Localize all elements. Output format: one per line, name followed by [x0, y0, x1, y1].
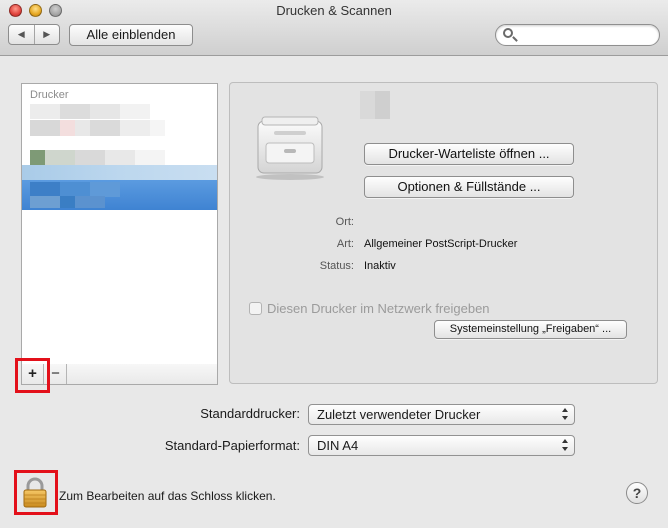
printer-name — [360, 91, 390, 119]
kind-label: Art: — [336, 238, 354, 250]
paper-size-value: DIN A4 — [317, 438, 359, 453]
search-icon — [503, 28, 513, 38]
back-button[interactable]: ◀ — [9, 25, 34, 44]
list-item-selected[interactable] — [22, 180, 217, 210]
list-item[interactable] — [22, 104, 217, 120]
show-all-button[interactable]: Alle einblenden — [69, 24, 193, 46]
lock-hint-label: Zum Bearbeiten auf das Schloss klicken. — [59, 489, 276, 503]
highlight-box-add — [15, 358, 50, 393]
list-item[interactable] — [22, 150, 217, 165]
help-button[interactable]: ? — [626, 482, 648, 504]
kind-value: Allgemeiner PostScript-Drucker — [364, 238, 518, 250]
default-printer-label: Standarddrucker: — [200, 406, 300, 421]
popup-arrows-icon — [562, 439, 569, 451]
printer-list[interactable]: Drucker — [21, 83, 218, 365]
default-printer-value: Zuletzt verwendeter Drucker — [317, 407, 481, 422]
status-label: Status: — [319, 260, 354, 272]
search-input[interactable] — [518, 27, 654, 43]
default-printer-popup[interactable]: Zuletzt verwendeter Drucker — [308, 404, 575, 425]
back-arrow-icon: ◀ — [17, 29, 25, 39]
title-bar: Drucken & Scannen ◀ ▶ Alle einblenden — [0, 0, 668, 56]
back-forward-control: ◀ ▶ — [8, 24, 60, 45]
forward-arrow-icon: ▶ — [43, 29, 51, 39]
search-field[interactable] — [495, 24, 660, 46]
printer-list-header: Drucker — [30, 89, 69, 101]
forward-button[interactable]: ▶ — [33, 25, 60, 44]
list-item[interactable] — [22, 165, 217, 180]
list-item[interactable] — [22, 120, 217, 150]
paper-size-popup[interactable]: DIN A4 — [308, 435, 575, 456]
printer-detail-panel: Drucker-Warteliste öffnen ... Optionen &… — [229, 82, 658, 384]
open-print-queue-button[interactable]: Drucker-Warteliste öffnen ... — [364, 143, 574, 165]
options-supplies-button[interactable]: Optionen & Füllstände ... — [364, 176, 574, 198]
share-printer-row: Diesen Drucker im Netzwerk freigeben — [249, 301, 490, 316]
location-label: Ort: — [335, 216, 354, 228]
highlight-box-lock — [14, 470, 58, 515]
printer-list-controls: + − — [21, 364, 218, 385]
paper-size-label: Standard-Papierformat: — [164, 438, 300, 453]
status-value: Inaktiv — [364, 260, 396, 272]
printer-icon — [256, 116, 324, 180]
window-title: Drucken & Scannen — [276, 3, 392, 18]
sharing-preferences-button[interactable]: Systemeinstellung „Freigaben“ ... — [434, 320, 627, 339]
share-printer-label: Diesen Drucker im Netzwerk freigeben — [267, 301, 490, 316]
popup-arrows-icon — [562, 408, 569, 420]
share-printer-checkbox[interactable] — [249, 302, 262, 315]
